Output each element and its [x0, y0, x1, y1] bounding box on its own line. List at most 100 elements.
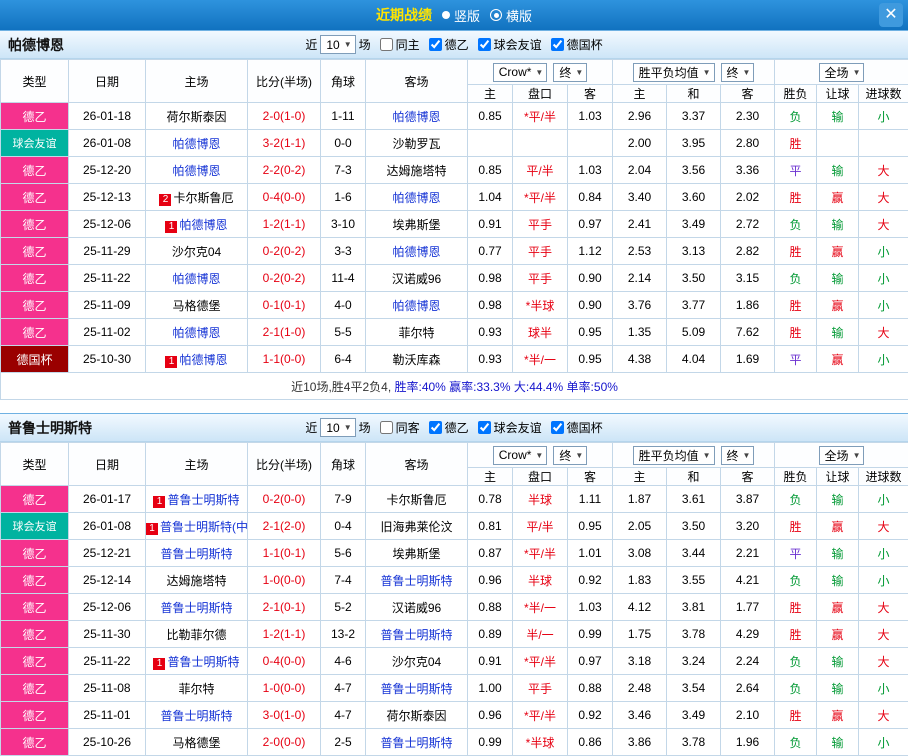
match-row: 德乙25-11-01普鲁士明斯特3-0(1-0)4-7荷尔斯泰因0.96*平/半…: [1, 702, 908, 729]
away-team-name[interactable]: 埃弗斯堡: [392, 547, 440, 561]
league-filter[interactable]: 德国杯: [551, 36, 603, 53]
recent-count-select[interactable]: 10▼: [320, 418, 355, 437]
away-team-name[interactable]: 勒沃库森: [392, 353, 440, 367]
away-team-name[interactable]: 汉诺威96: [392, 601, 441, 615]
ah-source-select[interactable]: Crow*▼: [493, 63, 548, 82]
venue-filter[interactable]: 同客: [380, 419, 420, 436]
corner-count: 2-5: [321, 729, 366, 756]
venue-checkbox[interactable]: [380, 421, 393, 434]
home-team-name[interactable]: 马格德堡: [172, 299, 220, 313]
league-checkbox[interactable]: [478, 38, 491, 51]
ah-line: [513, 130, 568, 157]
league-filter[interactable]: 德乙: [429, 36, 469, 53]
league-checkbox[interactable]: [551, 421, 564, 434]
league-checkbox[interactable]: [429, 421, 442, 434]
avg-source-select[interactable]: 胜平负均值▼: [633, 446, 715, 465]
league-checkbox[interactable]: [478, 421, 491, 434]
away-team-name[interactable]: 帕德博恩: [392, 245, 440, 259]
dialog-titlebar: 近期战绩 竖版 横版 ✕: [0, 0, 908, 30]
away-team-name[interactable]: 普鲁士明斯特: [380, 628, 452, 642]
venue-checkbox[interactable]: [380, 38, 393, 51]
avg-draw-odds: 3.55: [667, 567, 721, 594]
away-team-name[interactable]: 沙勒罗瓦: [392, 137, 440, 151]
league-filter[interactable]: 球会友谊: [478, 36, 542, 53]
home-team-name[interactable]: 帕德博恩: [172, 164, 220, 178]
league-checkbox[interactable]: [429, 38, 442, 51]
ah-home-odds: 0.91: [468, 211, 513, 238]
avg-away-odds: 3.20: [721, 513, 775, 540]
result-wdl: 负: [775, 675, 817, 702]
league-badge: 德乙: [1, 486, 69, 513]
scope-select[interactable]: 全场▼: [819, 446, 865, 465]
away-team-name[interactable]: 普鲁士明斯特: [380, 736, 452, 750]
ah-away-odds: 0.84: [568, 184, 613, 211]
home-team-name[interactable]: 普鲁士明斯特: [160, 547, 232, 561]
venue-filter[interactable]: 同主: [380, 36, 420, 53]
league-checkbox[interactable]: [551, 38, 564, 51]
away-team-name[interactable]: 沙尔克04: [392, 655, 441, 669]
recent-count-select[interactable]: 10▼: [320, 35, 355, 54]
league-badge: 德乙: [1, 265, 69, 292]
home-team-name[interactable]: 普鲁士明斯特(中): [160, 520, 248, 534]
home-team-name[interactable]: 菲尔特: [178, 682, 214, 696]
away-team-name[interactable]: 普鲁士明斯特: [380, 682, 452, 696]
home-team-name[interactable]: 普鲁士明斯特: [160, 709, 232, 723]
home-team-name[interactable]: 马格德堡: [172, 736, 220, 750]
ah-line: 半球: [513, 567, 568, 594]
avg-home-odds: 3.18: [613, 648, 667, 675]
avg-final-select[interactable]: 终▼: [721, 63, 755, 82]
radio-horizontal-icon: [490, 9, 502, 21]
away-team-name[interactable]: 帕德博恩: [392, 191, 440, 205]
ah-final-select[interactable]: 终▼: [553, 63, 587, 82]
home-team-name[interactable]: 比勒菲尔德: [166, 628, 226, 642]
avg-source-select[interactable]: 胜平负均值▼: [633, 63, 715, 82]
away-team-name[interactable]: 荷尔斯泰因: [386, 709, 446, 723]
sub-header-2: 客: [568, 468, 613, 486]
match-score: 0-2(0-2): [248, 238, 321, 265]
ah-source-select[interactable]: Crow*▼: [493, 446, 548, 465]
home-team-name[interactable]: 帕德博恩: [179, 218, 227, 232]
ah-line: 平手: [513, 238, 568, 265]
away-team-name[interactable]: 达姆施塔特: [386, 164, 446, 178]
league-filter[interactable]: 球会友谊: [478, 419, 542, 436]
radio-horizontal-mode[interactable]: 横版: [490, 6, 532, 25]
away-team-name[interactable]: 卡尔斯鲁厄: [386, 493, 446, 507]
scope-select[interactable]: 全场▼: [819, 63, 865, 82]
home-team-name[interactable]: 荷尔斯泰因: [166, 110, 226, 124]
league-filter[interactable]: 德乙: [429, 419, 469, 436]
avg-home-odds: 2.48: [613, 675, 667, 702]
home-team-name[interactable]: 帕德博恩: [172, 326, 220, 340]
sub-header-5: 客: [721, 468, 775, 486]
home-team-name[interactable]: 达姆施塔特: [166, 574, 226, 588]
away-team-name[interactable]: 菲尔特: [398, 326, 434, 340]
ah-line: *半/一: [513, 346, 568, 373]
header-row: 类型日期主场比分(半场)角球客场Crow*▼终▼胜平负均值▼终▼全场▼: [1, 443, 908, 468]
home-team-name[interactable]: 帕德博恩: [179, 353, 227, 367]
away-team-name[interactable]: 帕德博恩: [392, 299, 440, 313]
sections-container: 帕德博恩近10▼场同主德乙球会友谊德国杯类型日期主场比分(半场)角球客场Crow…: [0, 30, 908, 756]
home-team-name[interactable]: 卡尔斯鲁厄: [173, 191, 233, 205]
home-team-name[interactable]: 普鲁士明斯特: [167, 655, 239, 669]
league-filter[interactable]: 德国杯: [551, 419, 603, 436]
away-team-name[interactable]: 旧海弗莱伦汶: [380, 520, 452, 534]
avg-home-odds: 1.75: [613, 621, 667, 648]
radio-vertical-mode[interactable]: 竖版: [442, 6, 480, 25]
result-wdl: 胜: [775, 130, 817, 157]
away-team-name[interactable]: 汉诺威96: [392, 272, 441, 286]
home-team-name[interactable]: 帕德博恩: [172, 272, 220, 286]
ah-final-select[interactable]: 终▼: [553, 446, 587, 465]
home-team-name[interactable]: 帕德博恩: [172, 137, 220, 151]
home-team-name[interactable]: 普鲁士明斯特: [167, 493, 239, 507]
avg-final-select[interactable]: 终▼: [721, 446, 755, 465]
match-score: 2-0(0-0): [248, 729, 321, 756]
away-team-cell: 帕德博恩: [366, 238, 468, 265]
match-row: 德乙25-12-06普鲁士明斯特2-1(0-1)5-2汉诺威960.88*半/一…: [1, 594, 908, 621]
away-team-name[interactable]: 埃弗斯堡: [392, 218, 440, 232]
close-icon[interactable]: ✕: [879, 3, 903, 27]
avg-final-select-arrow: ▼: [743, 451, 751, 460]
home-team-name[interactable]: 沙尔克04: [172, 245, 221, 259]
away-team-name[interactable]: 帕德博恩: [392, 110, 440, 124]
away-team-name[interactable]: 普鲁士明斯特: [380, 574, 452, 588]
home-team-name[interactable]: 普鲁士明斯特: [160, 601, 232, 615]
avg-home-odds: 3.08: [613, 540, 667, 567]
